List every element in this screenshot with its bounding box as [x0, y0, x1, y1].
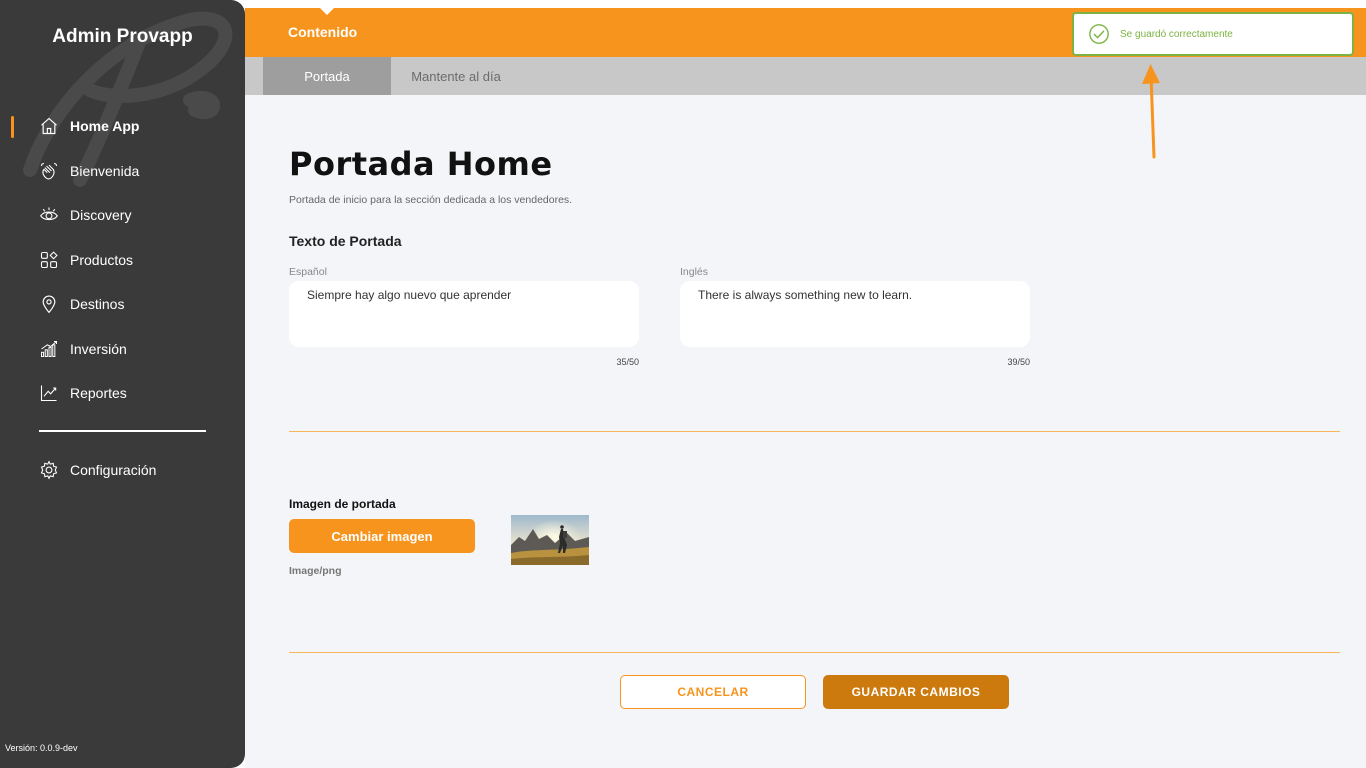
hiker-landscape-image — [511, 515, 589, 565]
annotation-arrow-icon — [1142, 64, 1160, 159]
spanish-char-counter: 35/50 — [616, 357, 639, 367]
top-strip — [245, 0, 1366, 8]
sidebar: Admin Provapp Home App Bienvenida Discov… — [0, 0, 245, 768]
sidebar-item-home-app[interactable]: Home App — [0, 104, 245, 149]
sidebar-item-label: Destinos — [70, 296, 125, 313]
sidebar-item-configuracion[interactable]: Configuración — [0, 448, 245, 493]
tab-mantente-al-dia[interactable]: Mantente al día — [391, 57, 521, 95]
tab-bar: Portada Mantente al día — [245, 57, 1366, 95]
cover-image-label: Imagen de portada — [289, 497, 396, 511]
success-toast: Se guardó correctamente — [1072, 12, 1354, 56]
cover-image-thumbnail — [511, 515, 589, 565]
tab-portada[interactable]: Portada — [263, 57, 391, 95]
sidebar-item-reportes[interactable]: Reportes — [0, 371, 245, 416]
line-chart-icon — [38, 382, 60, 404]
grid-icon — [38, 249, 60, 271]
version-label: Versión: 0.0.9-dev — [5, 743, 78, 753]
location-pin-icon — [38, 293, 60, 315]
main-area: Contenido Portada Mantente al día Portad… — [245, 0, 1366, 768]
english-field-label: Inglés — [680, 266, 709, 278]
sidebar-config-group: Configuración — [0, 448, 245, 493]
sidebar-item-discovery[interactable]: Discovery — [0, 193, 245, 238]
actions-divider — [289, 652, 1340, 653]
section-title: Contenido — [288, 24, 358, 40]
gear-icon — [38, 459, 60, 481]
english-char-counter: 39/50 — [1007, 357, 1030, 367]
english-text-field[interactable] — [680, 281, 1030, 347]
toast-message: Se guardó correctamente — [1120, 28, 1233, 40]
page-subtitle: Portada de inicio para la sección dedica… — [289, 194, 573, 206]
sidebar-item-label: Home App — [70, 118, 140, 135]
sidebar-item-label: Reportes — [70, 385, 127, 402]
sidebar-item-label: Inversión — [70, 340, 127, 357]
cover-text-section-title: Texto de Portada — [289, 233, 402, 249]
spanish-text-field[interactable] — [289, 281, 639, 347]
bar-growth-icon — [38, 338, 60, 360]
brand-title: Admin Provapp — [52, 26, 193, 47]
sidebar-nav: Home App Bienvenida Discovery Productos … — [0, 104, 245, 416]
sidebar-item-productos[interactable]: Productos — [0, 238, 245, 283]
save-changes-button[interactable]: GUARDAR CAMBIOS — [823, 675, 1009, 709]
eye-icon — [38, 204, 60, 226]
sidebar-item-label: Discovery — [70, 207, 132, 224]
sidebar-item-label: Bienvenida — [70, 162, 140, 179]
sidebar-item-bienvenida[interactable]: Bienvenida — [0, 149, 245, 194]
sidebar-item-inversion[interactable]: Inversión — [0, 327, 245, 372]
spanish-field-label: Español — [289, 266, 327, 278]
section-indicator — [320, 8, 334, 15]
cancel-button[interactable]: CANCELAR — [620, 675, 806, 709]
sidebar-item-label: Productos — [70, 251, 134, 268]
sidebar-divider — [39, 430, 206, 432]
sidebar-item-destinos[interactable]: Destinos — [0, 282, 245, 327]
waving-hand-icon — [38, 160, 60, 182]
page-title: Portada Home — [289, 145, 553, 183]
section-divider — [289, 431, 1340, 432]
change-image-button[interactable]: Cambiar imagen — [289, 519, 475, 553]
sidebar-item-label: Configuración — [70, 462, 157, 479]
check-circle-icon — [1089, 24, 1109, 44]
image-format-label: Image/png — [289, 565, 342, 577]
home-icon — [38, 115, 60, 137]
